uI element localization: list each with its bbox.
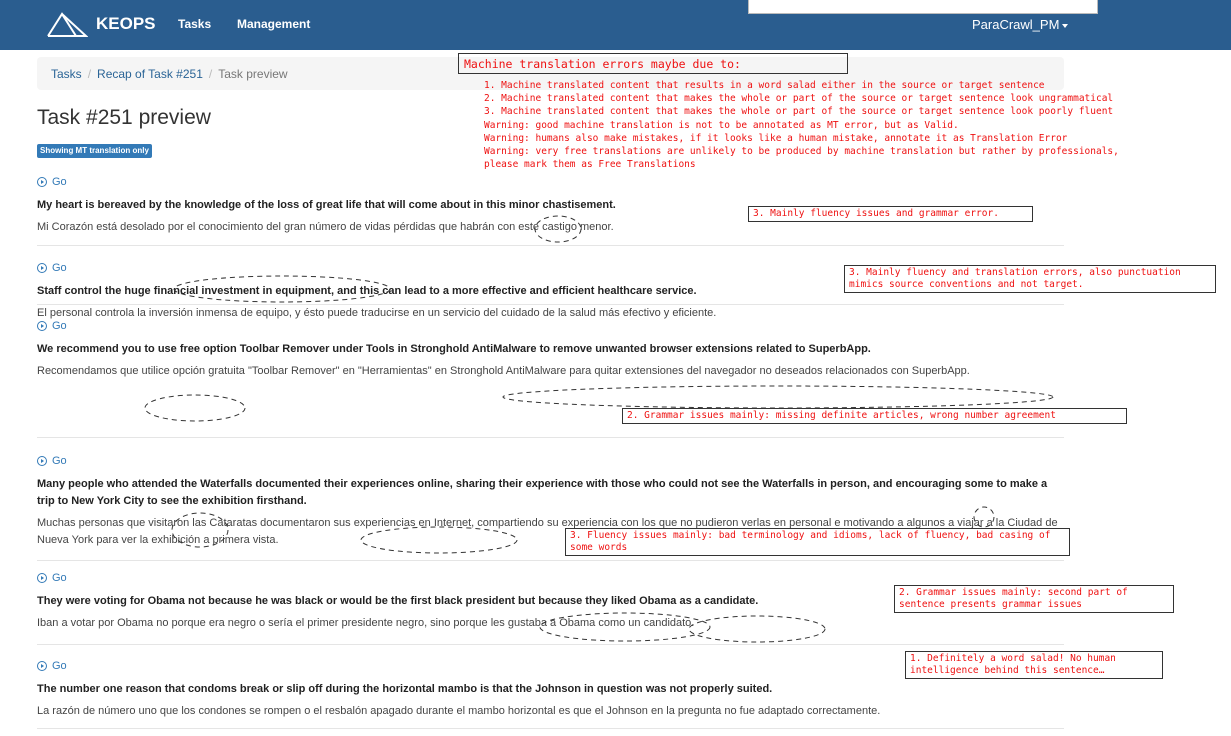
error-ellipse bbox=[171, 512, 229, 548]
error-ellipse bbox=[534, 215, 582, 243]
error-ellipse bbox=[973, 506, 995, 528]
error-ellipse bbox=[502, 385, 1054, 409]
error-ellipse bbox=[173, 275, 391, 303]
error-ellipse bbox=[144, 394, 246, 422]
error-ellipse bbox=[539, 612, 711, 642]
error-highlight-layer bbox=[144, 215, 1054, 643]
error-ellipse bbox=[360, 526, 518, 554]
